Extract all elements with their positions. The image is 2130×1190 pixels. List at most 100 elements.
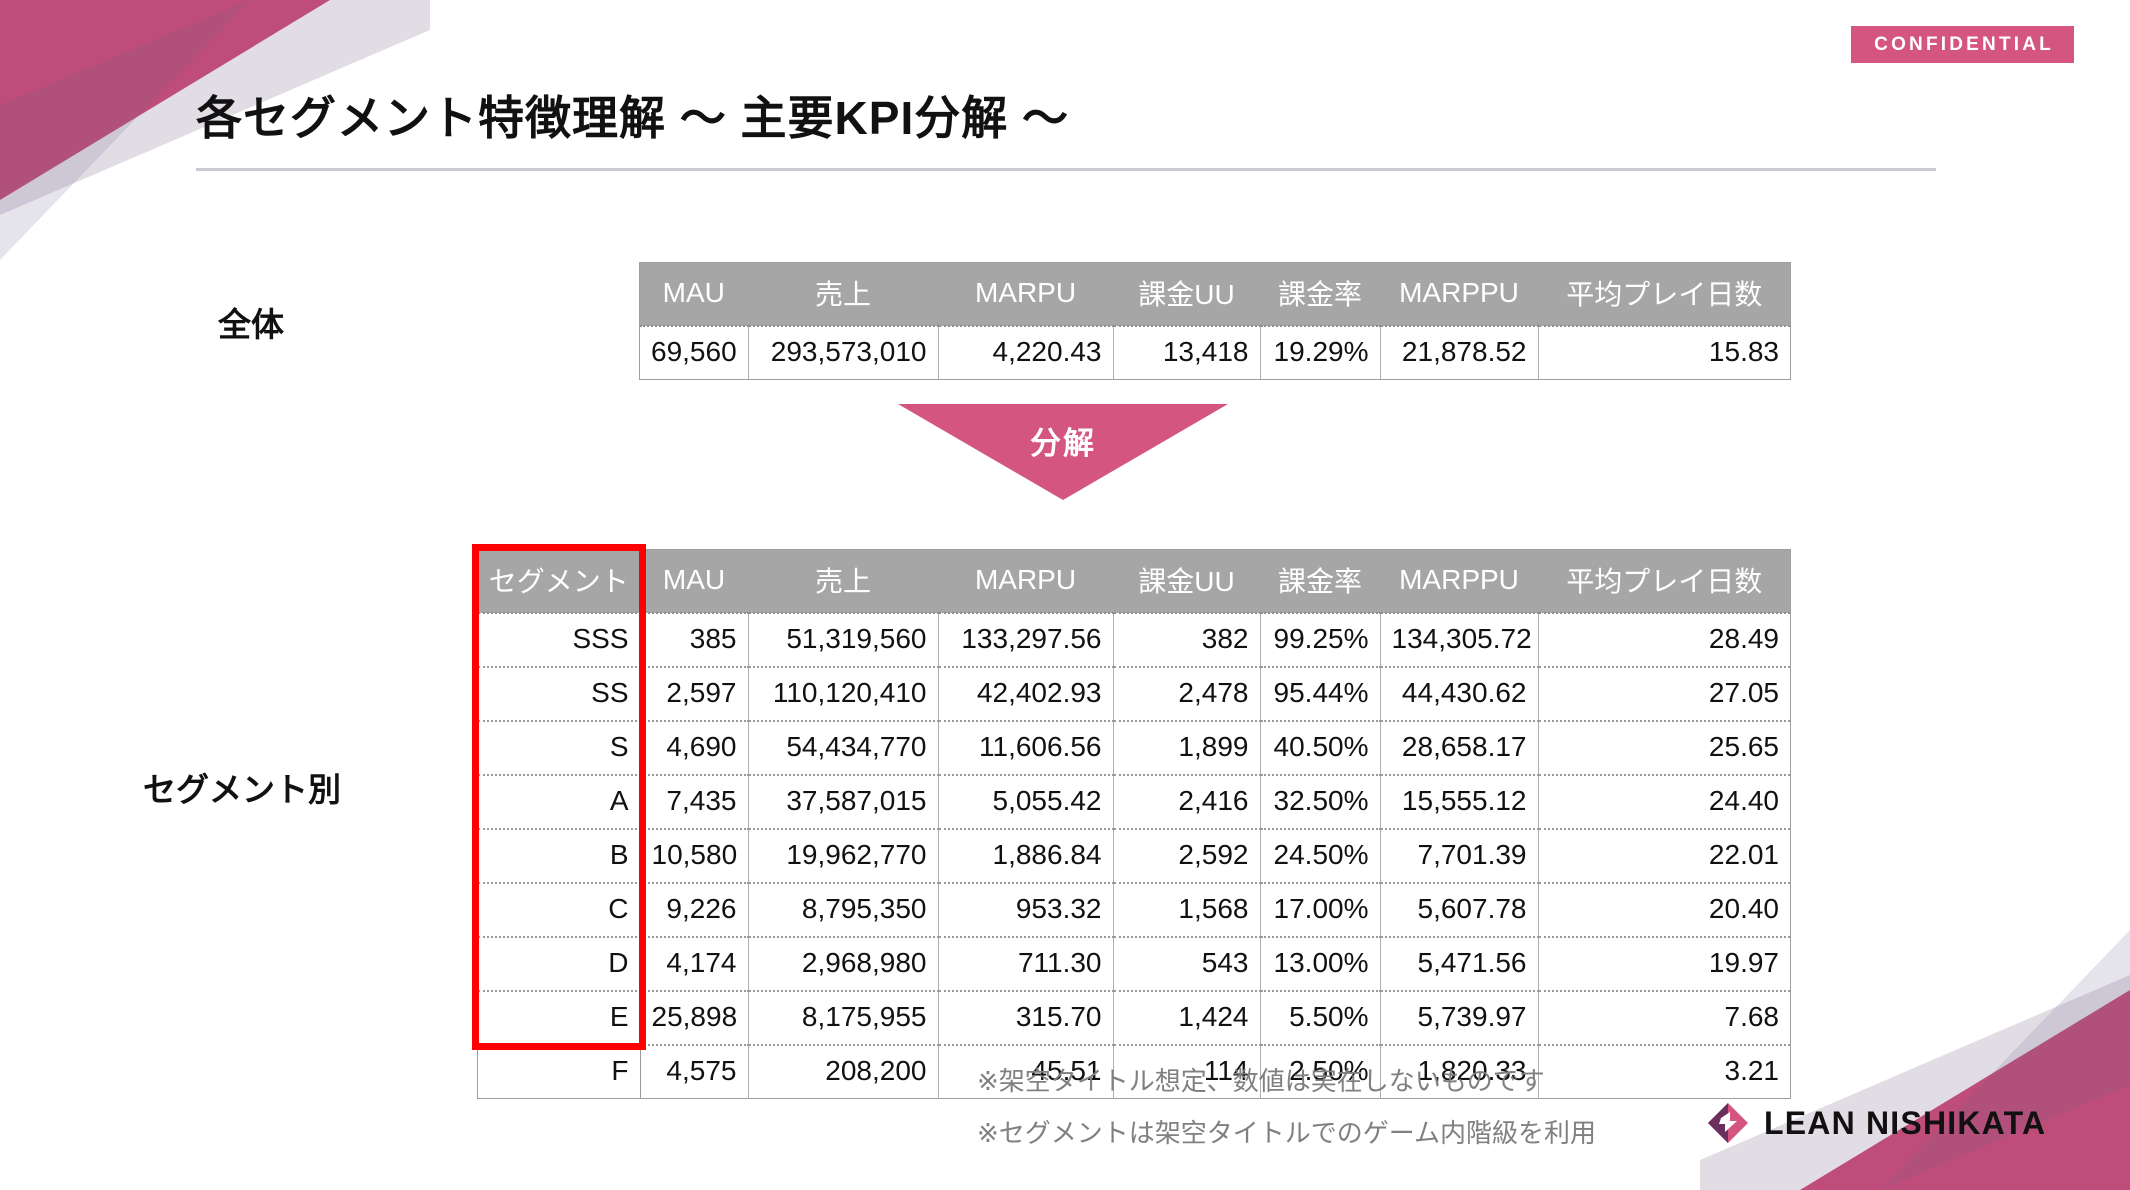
segment-table-header-cell: 課金UU xyxy=(1113,550,1261,613)
slide-canvas: CONFIDENTIAL 各セグメント特徴理解 〜 主要KPI分解 〜 全体 セ… xyxy=(0,0,2130,1190)
segment-name-cell: S xyxy=(478,720,641,775)
total-table-cell: 13,418 xyxy=(1113,325,1261,379)
segment-table-cell: 28.49 xyxy=(1538,612,1790,667)
segment-table-cell: 7.68 xyxy=(1538,990,1790,1045)
segment-table-cell: 382 xyxy=(1113,612,1261,667)
total-table-cell: 4,220.43 xyxy=(938,325,1114,379)
segment-table-cell: 953.32 xyxy=(938,882,1114,937)
total-table-cell: 293,573,010 xyxy=(748,325,939,379)
footnote-1: ※架空タイトル想定、数値は実在しないものです xyxy=(977,1066,1545,1096)
segment-table-cell: 2,597 xyxy=(640,666,749,721)
table-row: 69,560 293,573,010 4,220.43 13,418 19.29% 21,… xyxy=(640,325,1790,379)
segment-table-cell: 10,580 xyxy=(640,828,749,883)
segment-table-cell: 1,568 xyxy=(1113,882,1261,937)
table-row: SS 2,597 110,120,410 42,402.93 2,478 95.44% 44… xyxy=(478,666,1790,721)
section-label-total: 全体 xyxy=(218,306,284,343)
total-table-cell: 69,560 xyxy=(640,325,749,379)
segment-table-cell: 27.05 xyxy=(1538,666,1790,721)
segment-name-cell: F xyxy=(478,1044,641,1098)
section-label-segment: セグメント別 xyxy=(143,771,341,808)
table-row: D 4,174 2,968,980 711.30 543 13.00% 5,471.56 19… xyxy=(478,936,1790,991)
segment-table-cell: 134,305.72 xyxy=(1380,612,1539,667)
segment-table-cell: 315.70 xyxy=(938,990,1114,1045)
total-table-header-cell: MAU xyxy=(640,263,749,326)
table-row: S 4,690 54,434,770 11,606.56 1,899 40.50% 28,6… xyxy=(478,720,1790,775)
total-table-header-row: MAU 売上 MARPU 課金UU 課金率 MARPPU 平均プレイ日数 xyxy=(640,263,1790,326)
segment-table-cell: 2,592 xyxy=(1113,828,1261,883)
segment-table-cell: 25,898 xyxy=(640,990,749,1045)
segment-table-cell: 543 xyxy=(1113,936,1261,991)
table-row: C 9,226 8,795,350 953.32 1,568 17.00% 5,607.78… xyxy=(478,882,1790,937)
segment-table-cell: 44,430.62 xyxy=(1380,666,1539,721)
segment-table-cell: 5,607.78 xyxy=(1380,882,1539,937)
segment-table-cell: 4,690 xyxy=(640,720,749,775)
total-table-cell: 21,878.52 xyxy=(1380,325,1539,379)
segment-table-cell: 15,555.12 xyxy=(1380,774,1539,829)
segment-table-cell: 5.50% xyxy=(1260,990,1381,1045)
segment-table-cell: 54,434,770 xyxy=(748,720,939,775)
segment-name-cell: SS xyxy=(478,666,641,721)
segment-table-cell: 95.44% xyxy=(1260,666,1381,721)
segment-table-header-cell: MARPU xyxy=(938,550,1114,613)
total-table-header-cell: 課金率 xyxy=(1260,263,1381,326)
segment-table-cell: 22.01 xyxy=(1538,828,1790,883)
segment-table-cell: 24.40 xyxy=(1538,774,1790,829)
segment-table-cell: 1,899 xyxy=(1113,720,1261,775)
segment-table-cell: 2,416 xyxy=(1113,774,1261,829)
segment-table-cell: 19.97 xyxy=(1538,936,1790,991)
segment-table-cell: 40.50% xyxy=(1260,720,1381,775)
total-table-header-cell: MARPU xyxy=(938,263,1114,326)
segment-table-cell: 3.21 xyxy=(1538,1044,1790,1098)
segment-table-cell: 32.50% xyxy=(1260,774,1381,829)
segment-table-cell: 17.00% xyxy=(1260,882,1381,937)
segment-table-cell: 25.65 xyxy=(1538,720,1790,775)
segment-table-cell: 2,968,980 xyxy=(748,936,939,991)
segment-table-cell: 20.40 xyxy=(1538,882,1790,937)
title-divider xyxy=(196,168,1936,171)
table-row: E 25,898 8,175,955 315.70 1,424 5.50% 5,739.97… xyxy=(478,990,1790,1045)
segment-kpi-table: セグメント MAU 売上 MARPU 課金UU 課金率 MARPPU 平均プレイ日数 SSS 3… xyxy=(478,550,1790,1098)
segment-name-cell: E xyxy=(478,990,641,1045)
total-table-cell: 19.29% xyxy=(1260,325,1381,379)
segment-table-header-cell: 課金率 xyxy=(1260,550,1381,613)
segment-table-cell: 9,226 xyxy=(640,882,749,937)
segment-table-header-cell: 平均プレイ日数 xyxy=(1538,550,1790,613)
decompose-arrow: 分解 xyxy=(898,404,1228,500)
segment-table-cell: 8,175,955 xyxy=(748,990,939,1045)
segment-table-cell: 110,120,410 xyxy=(748,666,939,721)
segment-table-cell: 5,739.97 xyxy=(1380,990,1539,1045)
segment-table-cell: 385 xyxy=(640,612,749,667)
table-row: SSS 385 51,319,560 133,297.56 382 99.25% 134,3… xyxy=(478,612,1790,667)
segment-table-cell: 4,174 xyxy=(640,936,749,991)
segment-table-header-cell: セグメント xyxy=(478,550,641,613)
total-table-header-cell: 課金UU xyxy=(1113,263,1261,326)
segment-table-cell: 19,962,770 xyxy=(748,828,939,883)
segment-table-cell: 5,055.42 xyxy=(938,774,1114,829)
segment-table-cell: 8,795,350 xyxy=(748,882,939,937)
total-kpi-table: MAU 売上 MARPU 課金UU 課金率 MARPPU 平均プレイ日数 69,560 293… xyxy=(640,263,1790,379)
segment-table-cell: 4,575 xyxy=(640,1044,749,1098)
segment-table-header-cell: 売上 xyxy=(748,550,939,613)
segment-table-cell: 24.50% xyxy=(1260,828,1381,883)
segment-name-cell: D xyxy=(478,936,641,991)
segment-table-cell: 13.00% xyxy=(1260,936,1381,991)
segment-table-cell: 99.25% xyxy=(1260,612,1381,667)
segment-table-cell: 2,478 xyxy=(1113,666,1261,721)
segment-table-cell: 1,424 xyxy=(1113,990,1261,1045)
segment-name-cell: C xyxy=(478,882,641,937)
segment-table-cell: 11,606.56 xyxy=(938,720,1114,775)
segment-table-header-cell: MAU xyxy=(640,550,749,613)
segment-table-cell: 7,701.39 xyxy=(1380,828,1539,883)
segment-table-cell: 51,319,560 xyxy=(748,612,939,667)
total-table-header-cell: MARPPU xyxy=(1380,263,1539,326)
segment-table-cell: 208,200 xyxy=(748,1044,939,1098)
segment-name-cell: A xyxy=(478,774,641,829)
total-table-header-cell: 売上 xyxy=(748,263,939,326)
total-table-header-cell: 平均プレイ日数 xyxy=(1538,263,1790,326)
total-table-cell: 15.83 xyxy=(1538,325,1790,379)
segment-table-cell: 37,587,015 xyxy=(748,774,939,829)
segment-table-header-row: セグメント MAU 売上 MARPU 課金UU 課金率 MARPPU 平均プレイ日数 xyxy=(478,550,1790,613)
diamond-logo-icon xyxy=(1708,1103,1748,1143)
segment-table-header-cell: MARPPU xyxy=(1380,550,1539,613)
segment-name-cell: B xyxy=(478,828,641,883)
